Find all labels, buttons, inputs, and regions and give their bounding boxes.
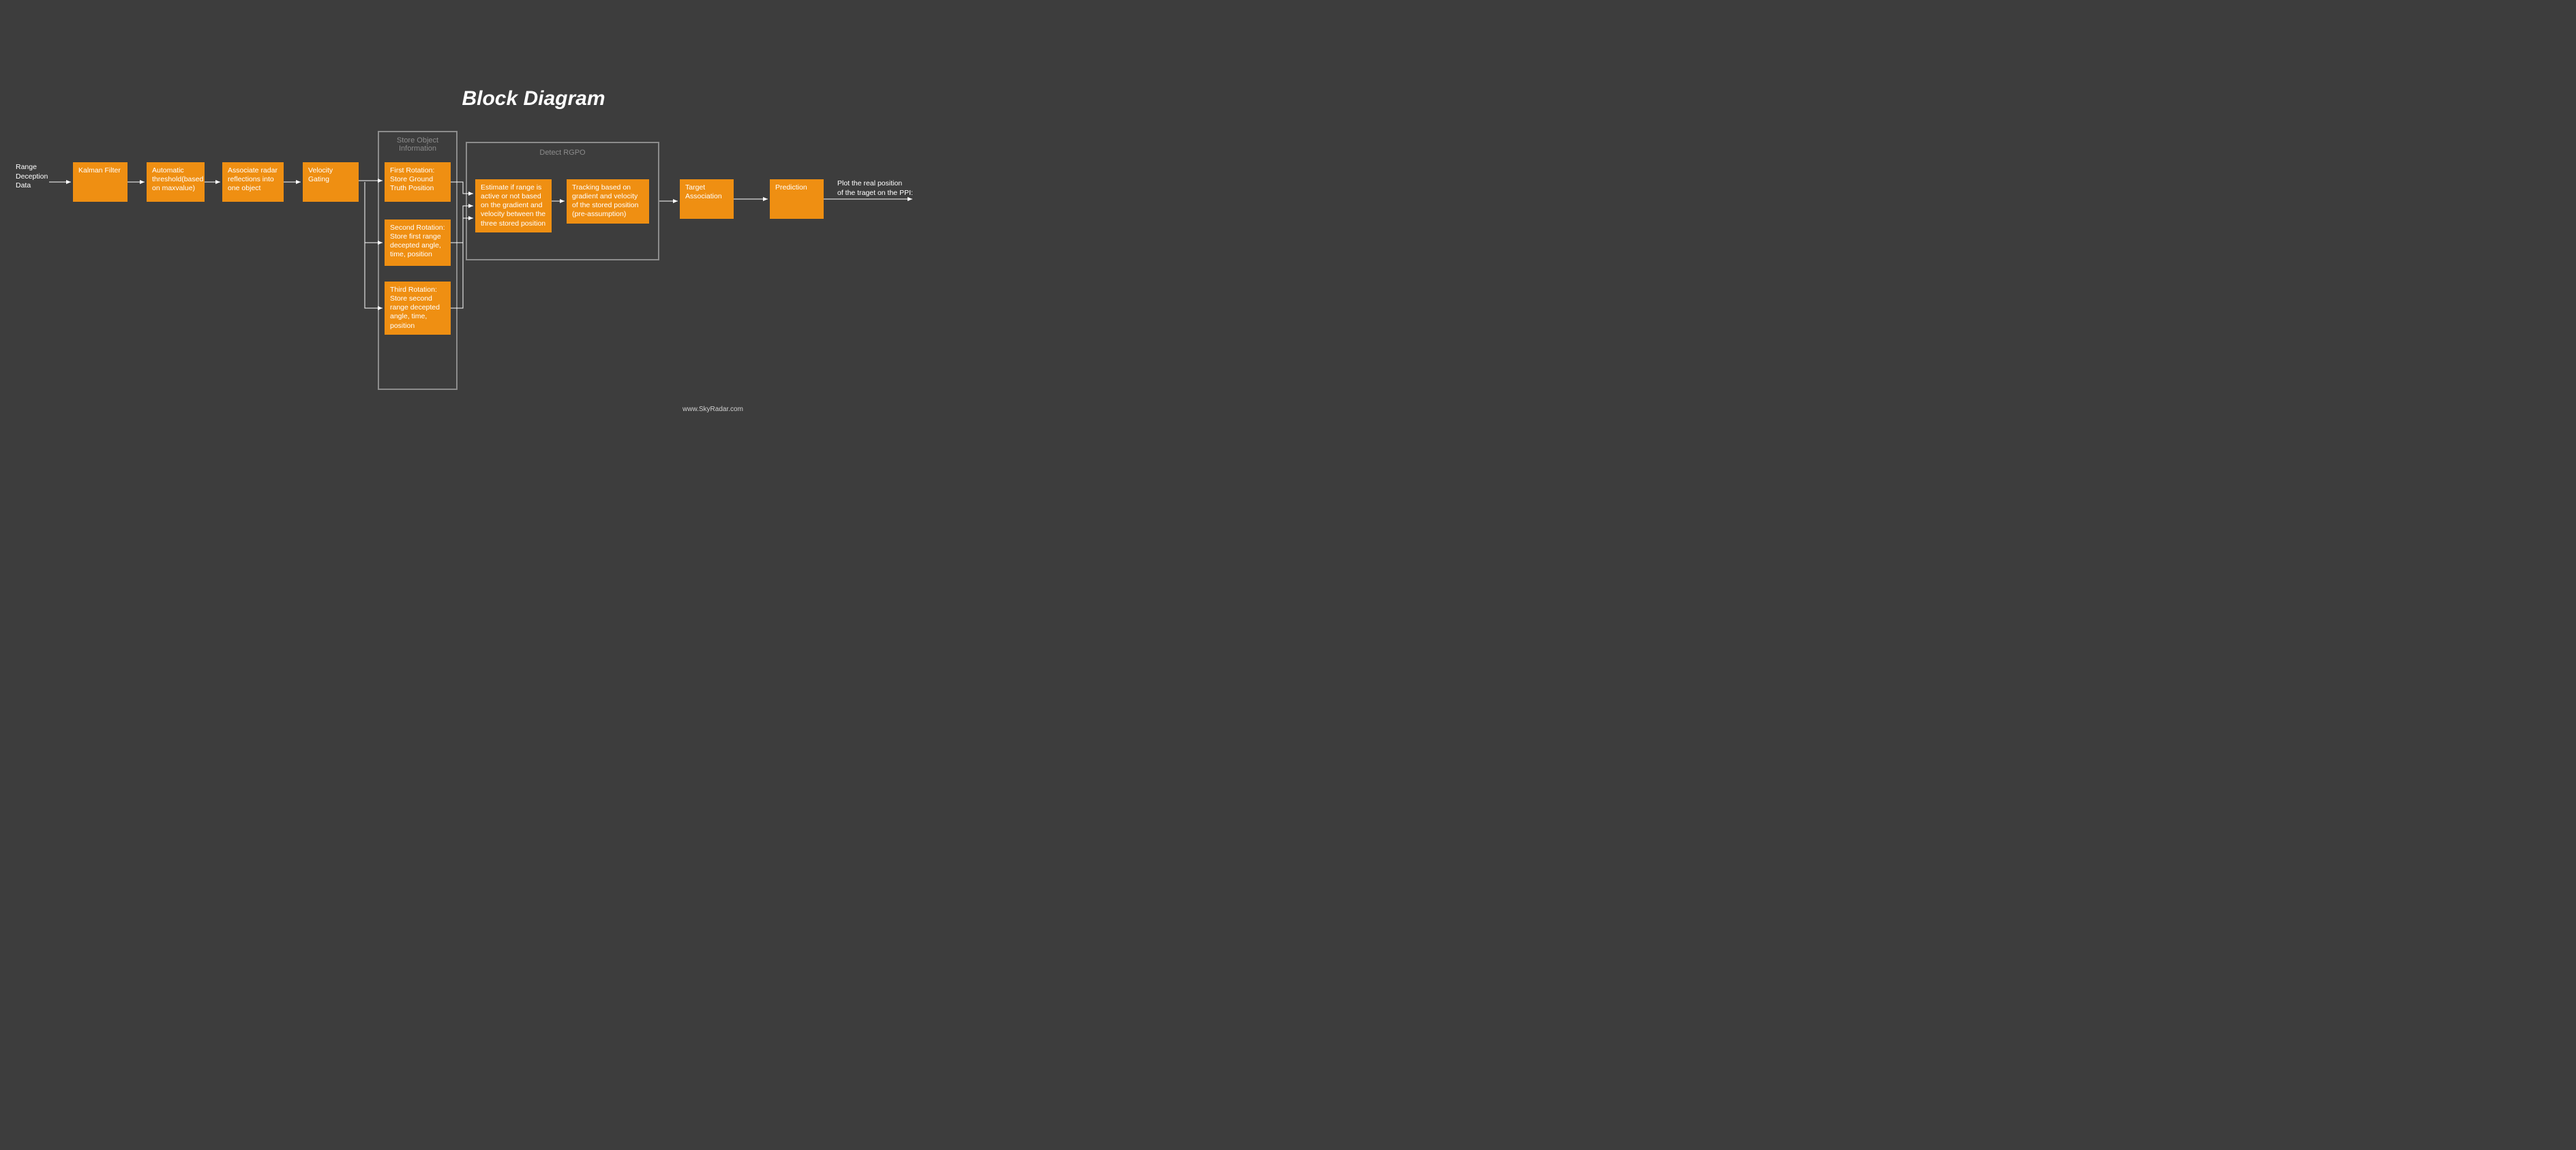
block-prediction: Prediction [770, 179, 824, 219]
block-velocity-gating: Velocity Gating [303, 162, 359, 202]
output-label: Plot the real position of the traget on … [837, 179, 913, 198]
block-automatic-threshold: Automatic threshold(based on maxvalue) [147, 162, 205, 202]
footer-url: www.SkyRadar.com [683, 406, 743, 413]
input-label: Range Deception Data [16, 163, 48, 191]
block-first-rotation: First Rotation: Store Ground Truth Posit… [385, 162, 451, 202]
block-target-association: Target Association [680, 179, 734, 219]
diagram-canvas: Block Diagram Range Deception Data Kalma… [0, 0, 1067, 476]
block-second-rotation: Second Rotation: Store first range decep… [385, 220, 451, 266]
block-kalman-filter: Kalman Filter [73, 162, 128, 202]
block-third-rotation: Third Rotation: Store second range decep… [385, 282, 451, 335]
block-estimate-range: Estimate if range is active or not based… [475, 179, 552, 232]
block-associate-radar: Associate radar reflections into one obj… [222, 162, 284, 202]
group-store-title: Store Object Information [378, 136, 458, 153]
diagram-title: Block Diagram [0, 87, 1067, 110]
block-tracking-gradient: Tracking based on gradient and velocity … [567, 179, 649, 224]
group-detect-title: Detect RGPO [466, 149, 659, 157]
